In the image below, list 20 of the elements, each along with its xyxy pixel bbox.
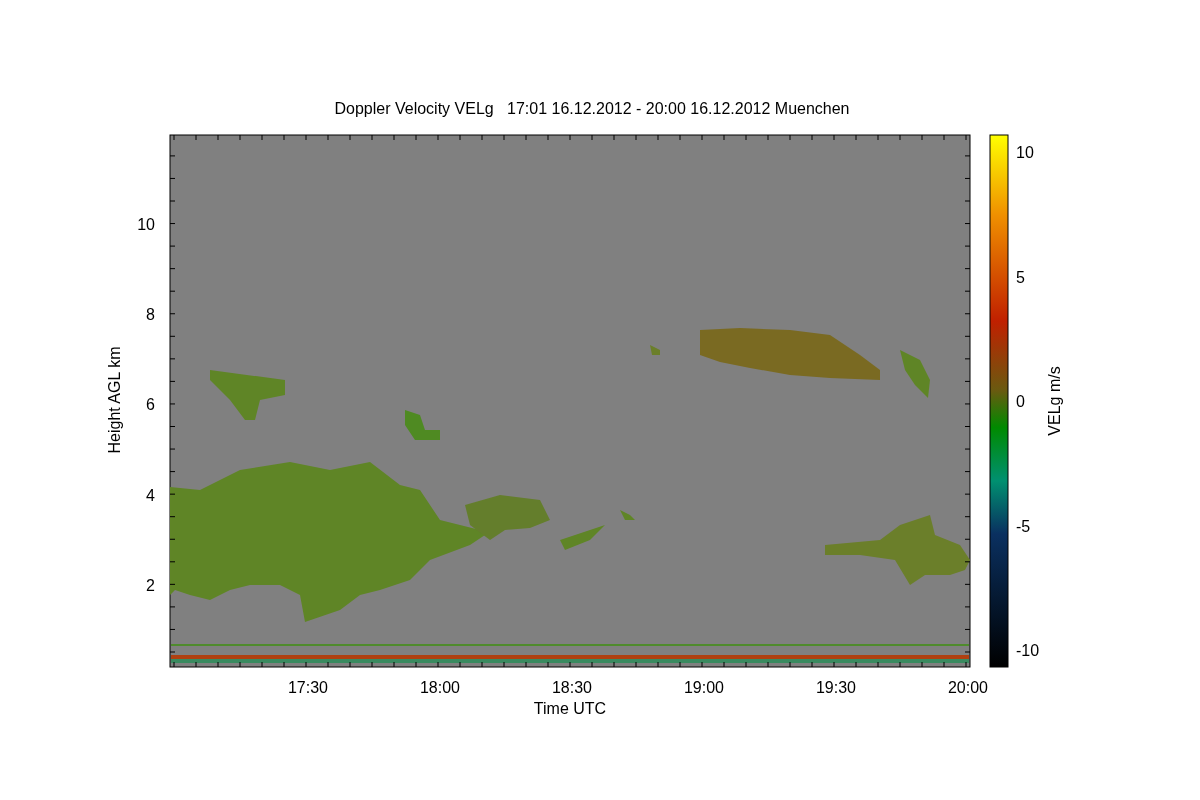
- y-tick-label: 10: [137, 216, 155, 233]
- colorbar-tick-label: 5: [1016, 268, 1025, 286]
- colorbar-tick-label: 10: [1016, 144, 1034, 161]
- y-tick-label: 2: [146, 576, 155, 594]
- colorbar-tick-label: -5: [1016, 517, 1031, 535]
- y-tick-label: 8: [146, 306, 155, 324]
- y-axis-label: Height AGL km: [106, 346, 123, 454]
- y-tick-label: 6: [146, 396, 155, 414]
- y-tick-label: 4: [146, 486, 155, 504]
- x-tick-label: 19:30: [816, 679, 856, 696]
- x-tick-label: 19:00: [684, 679, 724, 696]
- colorbar-label: VELg m/s: [1046, 366, 1063, 436]
- x-axis-label: Time UTC: [533, 700, 607, 717]
- x-tick-label: 17:30: [288, 679, 328, 696]
- colorbar-tick-label: -10: [1016, 642, 1040, 659]
- colorbar-tick-label: 0: [1016, 393, 1025, 410]
- x-tick-label: 18:00: [420, 679, 460, 696]
- x-tick-label: 18:30: [552, 679, 592, 696]
- x-tick-label: 20:00: [948, 679, 988, 696]
- chart-title: Doppler Velocity VELg 17:01 16.12.2012 - 20:00 16.12.2012 Muenchen: [334, 100, 850, 117]
